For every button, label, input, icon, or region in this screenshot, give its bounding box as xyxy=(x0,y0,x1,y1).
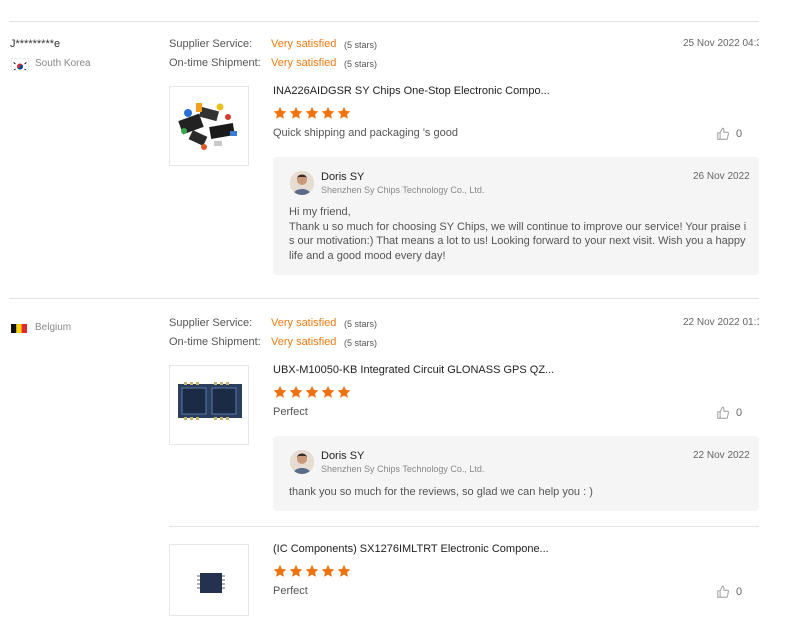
thumbs-up-icon xyxy=(717,406,729,419)
reviewer-name: J*********e xyxy=(10,38,61,50)
star-icon xyxy=(305,564,319,577)
star-icon xyxy=(289,106,303,119)
reply-text: Hi my friend, Thank u so much for choosi… xyxy=(289,206,747,262)
avatar xyxy=(290,450,314,474)
divider xyxy=(169,526,759,527)
seller-reply: Doris SY Shenzhen Sy Chips Technology Co… xyxy=(273,436,759,511)
gps-chip-image[interactable] xyxy=(169,365,249,445)
star-icon xyxy=(273,385,287,398)
like-button[interactable]: 0 xyxy=(716,127,742,141)
ic-chip-image[interactable] xyxy=(169,544,249,616)
reply-author: Doris SY xyxy=(321,450,365,462)
star-icon xyxy=(321,106,335,119)
thumbs-up-icon xyxy=(717,127,729,140)
product-title-link[interactable]: (IC Components) SX1276IMLTRT Electronic … xyxy=(273,543,549,555)
reviewer-country: Belgium xyxy=(35,322,72,333)
ontime-shipment-value: Very satisfied xyxy=(271,57,337,69)
reply-date: 26 Nov 2022 xyxy=(693,171,750,182)
like-count: 0 xyxy=(736,407,743,419)
star-icon xyxy=(289,564,303,577)
review-date: 22 Nov 2022 01:15 xyxy=(683,317,759,328)
supplier-service-label: Supplier Service: xyxy=(169,317,253,329)
star-icon xyxy=(273,106,287,119)
review-comment: Quick shipping and packaging 's good xyxy=(273,127,458,139)
supplier-service-stars: (5 stars) xyxy=(344,319,378,329)
south-korea-flag-icon xyxy=(11,58,29,71)
review-comment: Perfect xyxy=(273,406,308,418)
reply-date: 22 Nov 2022 xyxy=(693,450,750,461)
supplier-service-value: Very satisfied xyxy=(271,317,337,329)
product-title-link[interactable]: UBX-M10050-KB Integrated Circuit GLONASS… xyxy=(273,364,554,376)
like-button[interactable]: 0 xyxy=(716,406,742,420)
star-icon xyxy=(289,385,303,398)
ontime-shipment-stars: (5 stars) xyxy=(344,59,378,69)
star-icon xyxy=(337,385,351,398)
star-icon xyxy=(305,385,319,398)
divider xyxy=(9,21,759,22)
product-rating xyxy=(273,385,351,399)
review-comment: Perfect xyxy=(273,585,308,597)
ontime-shipment-label: On-time Shipment: xyxy=(169,57,261,69)
supplier-service-label: Supplier Service: xyxy=(169,38,253,50)
review-date: 25 Nov 2022 04:36 xyxy=(683,38,759,49)
reply-company: Shenzhen Sy Chips Technology Co., Ltd. xyxy=(321,185,485,195)
like-count: 0 xyxy=(736,128,743,140)
star-icon xyxy=(321,385,335,398)
divider xyxy=(9,298,759,299)
seller-reply: Doris SY Shenzhen Sy Chips Technology Co… xyxy=(273,157,759,275)
reply-company: Shenzhen Sy Chips Technology Co., Ltd. xyxy=(321,464,485,474)
reply-author: Doris SY xyxy=(321,171,365,183)
star-icon xyxy=(273,564,287,577)
belgium-flag-icon xyxy=(11,322,27,333)
reply-text: thank you so much for the reviews, so gl… xyxy=(289,486,593,498)
like-count: 0 xyxy=(736,586,743,598)
star-icon xyxy=(337,564,351,577)
star-icon xyxy=(321,564,335,577)
supplier-service-value: Very satisfied xyxy=(271,38,337,50)
product-rating xyxy=(273,106,351,120)
supplier-service-stars: (5 stars) xyxy=(344,40,378,50)
ontime-shipment-label: On-time Shipment: xyxy=(169,336,261,348)
star-icon xyxy=(305,106,319,119)
star-icon xyxy=(337,106,351,119)
reviewer-country: South Korea xyxy=(35,58,91,69)
avatar xyxy=(290,171,314,195)
ontime-shipment-stars: (5 stars) xyxy=(344,338,378,348)
electronic-components-image[interactable] xyxy=(169,86,249,166)
product-title-link[interactable]: INA226AIDGSR SY Chips One-Stop Electroni… xyxy=(273,85,550,97)
like-button[interactable]: 0 xyxy=(716,585,742,599)
ontime-shipment-value: Very satisfied xyxy=(271,336,337,348)
thumbs-up-icon xyxy=(717,585,729,598)
product-rating xyxy=(273,564,351,578)
